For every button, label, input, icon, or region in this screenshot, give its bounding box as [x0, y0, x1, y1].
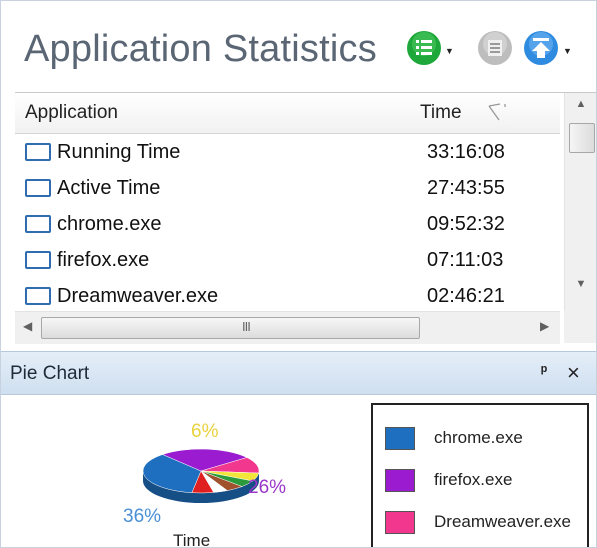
applications-table: Application Time Running Time 33:16:08 A…: [15, 92, 596, 344]
app-name: chrome.exe: [57, 213, 162, 235]
view-options-button[interactable]: [406, 30, 442, 66]
close-icon[interactable]: ×: [567, 360, 580, 386]
chart-legend: chrome.exe firefox.exe Dreamweaver.exe: [371, 403, 589, 547]
horizontal-scroll-thumb[interactable]: III: [41, 317, 420, 339]
details-icon: [478, 31, 512, 65]
vertical-scroll-thumb[interactable]: [569, 123, 595, 153]
pie-chart-pane: Pie Chart ᵖ × 6% 26% 36% Time chrome.exe…: [1, 351, 596, 548]
legend-label: Dreamweaver.exe: [434, 512, 572, 531]
app-name: Active Time: [57, 177, 161, 199]
table-header: Application Time: [15, 93, 560, 134]
window-icon: [25, 179, 51, 197]
app-time: 27:43:55: [427, 177, 505, 199]
list-icon: [407, 31, 441, 65]
slice-label: 6%: [191, 421, 219, 442]
column-header-time[interactable]: Time: [420, 102, 462, 124]
chart-x-label: Time: [173, 531, 211, 548]
window-icon: [25, 215, 51, 233]
app-name: firefox.exe: [57, 249, 150, 271]
sort-indicator-icon: [488, 103, 506, 121]
pin-icon[interactable]: ᵖ: [541, 363, 547, 381]
legend-item: firefox.exe: [385, 467, 585, 495]
app-time: 02:46:21: [427, 285, 505, 307]
view-options-dropdown-icon[interactable]: ▼: [445, 46, 454, 56]
app-time: 33:16:08: [427, 141, 505, 163]
details-button[interactable]: [477, 30, 513, 66]
legend-swatch: [385, 469, 415, 492]
table-row[interactable]: chrome.exe 09:52:32: [15, 206, 560, 242]
horizontal-scrollbar[interactable]: ◀ III ▶: [15, 311, 560, 344]
pane-header: Pie Chart ᵖ ×: [1, 351, 596, 395]
scroll-grip: III: [242, 319, 251, 334]
table-row[interactable]: Active Time 27:43:55: [15, 170, 560, 206]
slice-label: 36%: [123, 506, 162, 527]
export-button[interactable]: [523, 30, 559, 66]
window-icon: [25, 287, 51, 305]
page-title: Application Statistics: [24, 28, 377, 70]
legend-item: Dreamweaver.exe: [385, 509, 585, 537]
table-row[interactable]: Running Time 33:16:08: [15, 134, 560, 170]
table-row[interactable]: firefox.exe 07:11:03: [15, 242, 560, 278]
upload-icon: [524, 31, 558, 65]
legend-swatch: [385, 427, 415, 450]
app-time: 09:52:32: [427, 213, 505, 235]
column-header-application[interactable]: Application: [25, 102, 118, 124]
scroll-down-icon[interactable]: ▼: [565, 273, 596, 295]
table-body: Running Time 33:16:08 Active Time 27:43:…: [15, 134, 560, 311]
table-row[interactable]: Dreamweaver.exe 02:46:21: [15, 278, 560, 311]
legend-label: firefox.exe: [434, 470, 513, 489]
scroll-right-icon[interactable]: ▶: [540, 319, 549, 333]
header: Application Statistics ▼ ▼: [1, 1, 596, 91]
scroll-left-icon[interactable]: ◀: [23, 319, 32, 333]
legend-item: chrome.exe: [385, 425, 585, 453]
app-statistics-window: Application Statistics ▼ ▼ Application T…: [0, 0, 597, 548]
slice-label: 26%: [248, 477, 287, 498]
legend-swatch: [385, 511, 415, 534]
window-icon: [25, 143, 51, 161]
pane-title: Pie Chart: [10, 363, 90, 384]
vertical-scrollbar[interactable]: ▲ ▼: [564, 93, 596, 311]
app-time: 07:11:03: [427, 249, 504, 271]
app-name: Dreamweaver.exe: [57, 285, 219, 307]
window-icon: [25, 251, 51, 269]
app-name: Running Time: [57, 141, 181, 163]
legend-label: chrome.exe: [434, 428, 523, 447]
scrollbar-corner: [564, 311, 596, 343]
scroll-up-icon[interactable]: ▲: [565, 93, 596, 115]
export-dropdown-icon[interactable]: ▼: [563, 46, 572, 56]
